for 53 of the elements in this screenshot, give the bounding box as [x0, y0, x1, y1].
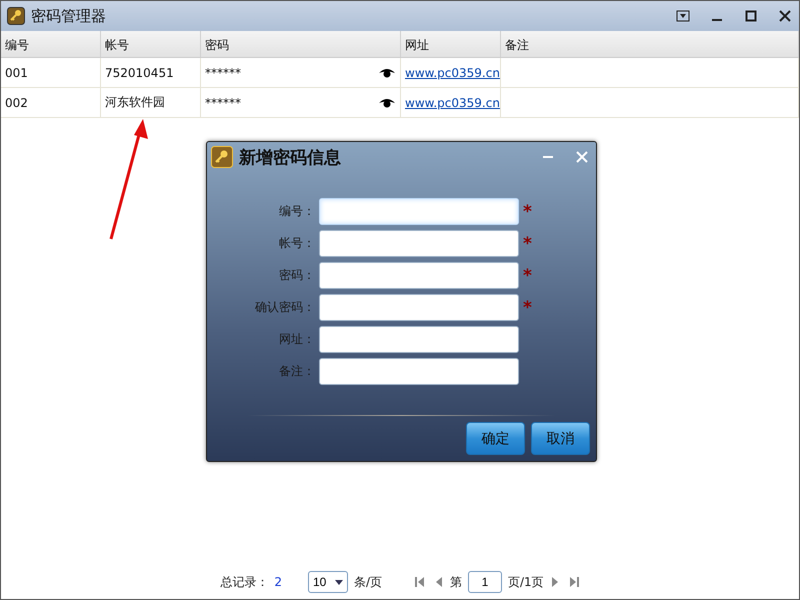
- per-page-label: 条/页: [354, 574, 382, 590]
- last-page-button[interactable]: [568, 575, 580, 589]
- column-header[interactable]: 编号: [1, 31, 101, 57]
- required-mark: *: [523, 266, 533, 286]
- field-label: 编号：: [278, 203, 315, 220]
- maximize-icon: [745, 10, 757, 22]
- key-icon: [211, 146, 233, 168]
- input-field[interactable]: [319, 198, 519, 225]
- page-size-select[interactable]: 10: [308, 571, 348, 593]
- field-label: 帐号：: [278, 235, 315, 252]
- eye-icon[interactable]: [378, 96, 396, 108]
- table-cell: 001: [1, 58, 101, 87]
- close-icon: [779, 10, 791, 22]
- required-mark: *: [523, 298, 533, 318]
- field-label: 确认密码：: [254, 299, 315, 316]
- field-label: 密码：: [278, 267, 315, 284]
- column-header[interactable]: 网址: [401, 31, 501, 57]
- table-cell: 002: [1, 88, 101, 117]
- close-icon: [576, 151, 588, 163]
- key-app-icon: [7, 7, 25, 25]
- column-header[interactable]: 备注: [501, 31, 799, 57]
- page-prefix: 第: [450, 574, 462, 590]
- field-label: 网址：: [278, 331, 315, 348]
- column-header[interactable]: 帐号: [101, 31, 201, 57]
- page-input[interactable]: 1: [468, 571, 502, 593]
- input-field[interactable]: [319, 294, 519, 321]
- cancel-button[interactable]: 取消: [531, 422, 590, 455]
- input-field[interactable]: [319, 230, 519, 257]
- input-field[interactable]: [319, 262, 519, 289]
- confirm-button[interactable]: 确定: [466, 422, 525, 455]
- window-title: 密码管理器: [31, 6, 107, 26]
- minimize-icon: [712, 19, 722, 21]
- caret-icon: [334, 580, 343, 584]
- page-suffix: 页/1页: [508, 574, 544, 590]
- dropdown-icon: [676, 10, 690, 22]
- field-label: 备注：: [278, 363, 315, 380]
- minimize-icon: [543, 156, 553, 158]
- masked-password: ******: [205, 66, 241, 80]
- required-mark: *: [523, 202, 533, 222]
- total-label: 总记录：: [220, 574, 268, 590]
- first-page-button[interactable]: [414, 575, 426, 589]
- eye-icon[interactable]: [378, 66, 396, 78]
- total-count: 2: [274, 575, 282, 589]
- table-cell: 河东软件园: [101, 88, 201, 117]
- website-link[interactable]: www.pc0359.cn: [405, 96, 500, 110]
- table-cell: 752010451: [101, 58, 201, 87]
- dialog-title: 新增密码信息: [239, 146, 342, 168]
- website-link[interactable]: www.pc0359.cn: [405, 66, 500, 80]
- masked-password: ******: [205, 96, 241, 110]
- input-field[interactable]: [319, 358, 519, 385]
- required-mark: *: [523, 234, 533, 254]
- input-field[interactable]: [319, 326, 519, 353]
- column-header[interactable]: 密码: [201, 31, 401, 57]
